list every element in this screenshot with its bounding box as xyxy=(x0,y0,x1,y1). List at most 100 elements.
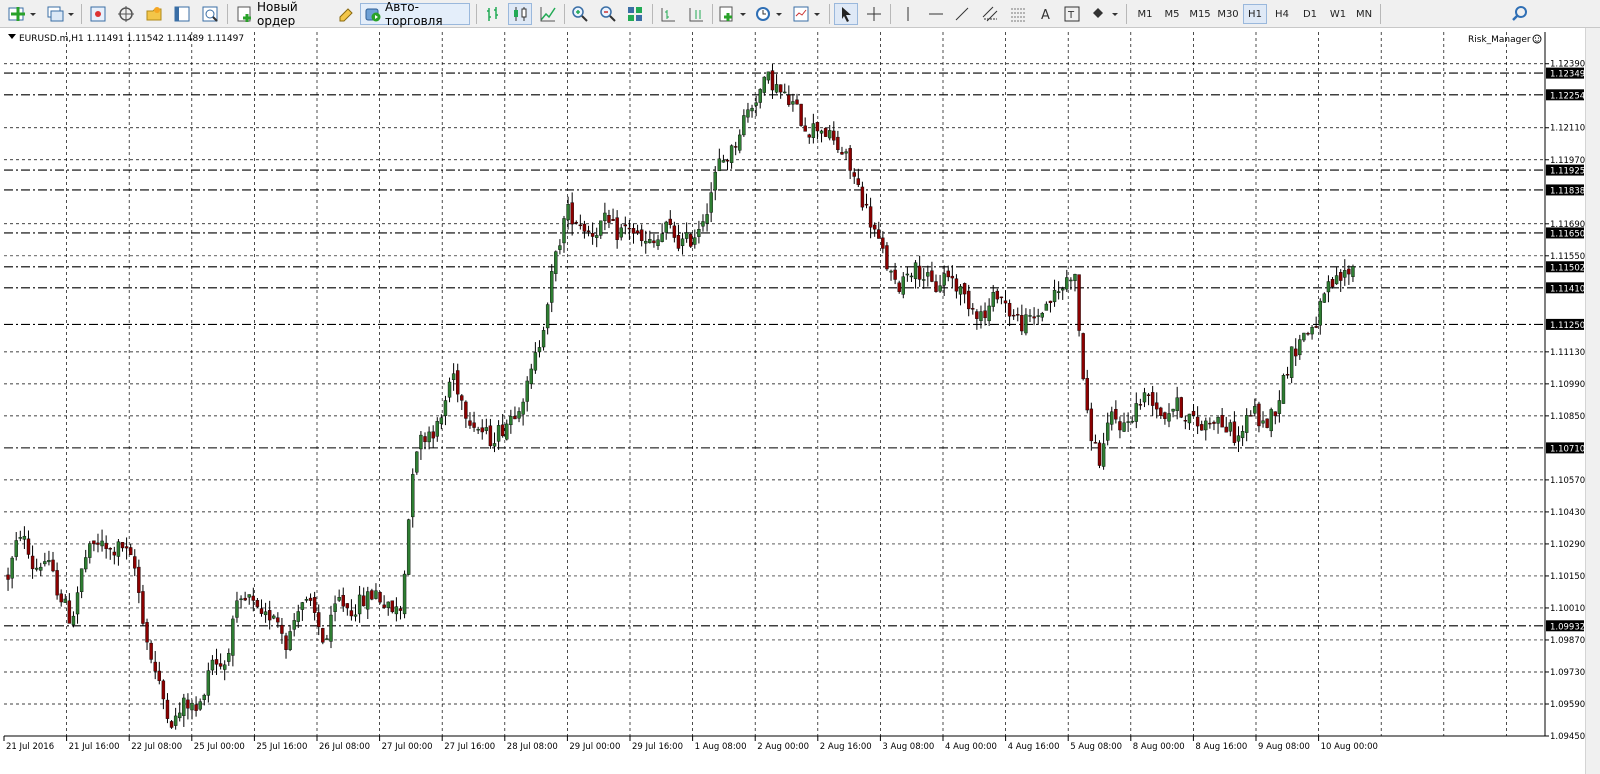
bull-candle xyxy=(374,590,378,599)
bear-candle xyxy=(1314,326,1318,328)
candlestick-chart-icon[interactable] xyxy=(508,3,532,25)
zoom-in-icon[interactable] xyxy=(568,3,592,25)
bull-candle xyxy=(492,443,497,447)
bull-candle xyxy=(1302,332,1306,341)
bull-candle xyxy=(1289,346,1294,378)
bull-candle xyxy=(1044,303,1049,311)
text-icon[interactable]: A xyxy=(1034,3,1058,25)
search-icon[interactable] xyxy=(1508,3,1532,25)
bull-candle xyxy=(231,618,235,656)
bull-candle xyxy=(1052,289,1057,303)
bear-candle xyxy=(1114,408,1118,420)
arrows-icon[interactable] xyxy=(1088,3,1122,25)
bull-candle xyxy=(648,239,652,244)
horizontal-line-icon[interactable] xyxy=(924,3,948,25)
timeframe-mn[interactable]: MN xyxy=(1352,4,1376,24)
bull-candle xyxy=(550,271,554,303)
bear-candle xyxy=(488,425,493,447)
new-order-button[interactable]: Новый ордер xyxy=(232,0,332,28)
bear-candle xyxy=(934,281,938,292)
bear-candle xyxy=(1232,421,1237,443)
bear-candle xyxy=(840,152,844,155)
bull-candle xyxy=(14,540,18,557)
bull-candle xyxy=(644,240,648,244)
right-scrollbar[interactable] xyxy=(1585,28,1600,774)
line-chart-icon[interactable] xyxy=(536,3,560,25)
bull-candle xyxy=(758,89,762,103)
bear-candle xyxy=(983,310,987,319)
bear-candle xyxy=(1097,442,1102,466)
bear-candle xyxy=(795,99,799,105)
price-level-label: 1.11250 xyxy=(1550,321,1585,331)
time-axis-label: 21 Jul 16:00 xyxy=(69,742,120,752)
auto-scroll-icon[interactable] xyxy=(684,3,708,25)
bull-candle xyxy=(1142,392,1147,403)
new-chart-icon[interactable] xyxy=(4,3,40,25)
timeframe-m5[interactable]: M5 xyxy=(1160,4,1184,24)
bull-candle xyxy=(272,615,276,619)
fibonacci-icon[interactable] xyxy=(1006,3,1030,25)
market-watch-icon[interactable] xyxy=(86,3,110,25)
bear-candle xyxy=(885,245,889,270)
bear-candle xyxy=(1016,314,1020,316)
bear-candle xyxy=(1085,378,1089,411)
indicators-icon[interactable] xyxy=(716,3,750,25)
price-level-label: 1.12254 xyxy=(1550,91,1585,101)
cursor-icon[interactable] xyxy=(834,3,858,25)
meta-editor-icon[interactable] xyxy=(334,3,358,25)
timeframe-d1[interactable]: D1 xyxy=(1298,4,1322,24)
bear-candle xyxy=(194,704,198,711)
bull-candle xyxy=(729,145,734,163)
trendline-icon[interactable] xyxy=(950,3,974,25)
bull-candle xyxy=(296,611,300,622)
autotrading-button[interactable]: Авто-торговля xyxy=(360,0,470,28)
chart-canvas[interactable]: 1.123901.121101.119701.116901.115501.111… xyxy=(0,28,1586,774)
bull-candle xyxy=(1126,421,1130,423)
timeframe-w1[interactable]: W1 xyxy=(1326,4,1350,24)
crosshair-icon[interactable] xyxy=(862,3,886,25)
bull-candle xyxy=(1261,420,1265,424)
bear-candle xyxy=(897,282,901,292)
templates-icon[interactable] xyxy=(790,3,824,25)
text-label-icon[interactable]: T xyxy=(1060,3,1084,25)
zoom-out-icon[interactable] xyxy=(596,3,620,25)
bear-candle xyxy=(807,134,811,138)
bear-candle xyxy=(639,229,644,241)
timeframe-h1[interactable]: H1 xyxy=(1243,4,1267,24)
chart-shift-icon[interactable] xyxy=(656,3,680,25)
tile-windows-icon[interactable] xyxy=(623,3,647,25)
bear-candle xyxy=(1048,300,1053,303)
bear-candle xyxy=(370,590,374,600)
timeframe-h4[interactable]: H4 xyxy=(1270,4,1294,24)
timeframe-m1[interactable]: M1 xyxy=(1133,4,1157,24)
strategy-tester-icon[interactable] xyxy=(198,3,222,25)
vertical-line-icon[interactable] xyxy=(896,3,920,25)
profiles-icon[interactable] xyxy=(44,3,76,25)
timeframe-m15[interactable]: M15 xyxy=(1186,4,1214,24)
data-window-icon[interactable] xyxy=(114,3,138,25)
bear-candle xyxy=(725,159,730,162)
bull-candle xyxy=(304,599,309,601)
bear-candle xyxy=(1224,426,1228,433)
bear-candle xyxy=(186,699,190,709)
periods-icon[interactable] xyxy=(752,3,786,25)
chart-window[interactable]: 1.12390 1.12110 1.11970 1.11690 1.11550 1.111… xyxy=(0,28,1600,774)
bull-candle xyxy=(1028,315,1032,317)
bear-candle xyxy=(169,721,174,728)
bar-chart-icon[interactable] xyxy=(482,3,506,25)
bull-candle xyxy=(1244,415,1249,433)
bull-candle xyxy=(1171,408,1175,412)
bull-candle xyxy=(1228,422,1233,432)
timeframe-m30[interactable]: M30 xyxy=(1214,4,1242,24)
terminal-icon[interactable] xyxy=(170,3,194,25)
bear-candle xyxy=(259,608,264,614)
bear-candle xyxy=(1330,279,1335,288)
bull-candle xyxy=(100,540,104,547)
bull-candle xyxy=(47,559,51,563)
bull-candle xyxy=(738,134,742,151)
equidistant-channel-icon[interactable] xyxy=(978,3,1002,25)
navigator-icon[interactable] xyxy=(142,3,166,25)
collapse-triangle-icon[interactable] xyxy=(8,34,16,39)
bear-candle xyxy=(92,540,96,545)
bull-candle xyxy=(505,423,509,440)
